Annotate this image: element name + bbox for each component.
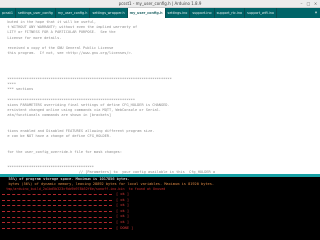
- upload-progress-row: [ DONE ]: [0, 226, 320, 232]
- progress-dashes: [2, 216, 112, 218]
- progress-dashes: [2, 227, 112, 229]
- code-editor[interactable]: buted in the hope that it will be useful…: [0, 18, 320, 174]
- tab-2[interactable]: my_user_config.h: [56, 8, 91, 18]
- tab-1[interactable]: settings_user_config: [16, 8, 56, 18]
- maximize-button[interactable]: □: [306, 1, 311, 6]
- progress-dashes: [2, 205, 112, 207]
- progress-dashes: [2, 211, 112, 213]
- tab-7[interactable]: support_rtc.ino: [215, 8, 246, 18]
- console-lines: 55%) of program storage space. Maximum i…: [0, 177, 320, 192]
- progress-dashes: [2, 199, 112, 201]
- sketch-tab-bar: pcsst1 settings_user_config my_user_config…: [0, 8, 320, 18]
- window-controls: – □ ×: [299, 1, 318, 6]
- upload-progress-rows: [ ok ][ ok ][ ok ][ ok ][ ok ][ ok ][ DO…: [0, 192, 320, 231]
- window-titlebar: pcsst1 - my_user_config.h | Arduino 1.8.…: [0, 0, 320, 8]
- minimize-button[interactable]: –: [299, 1, 304, 6]
- code-text[interactable]: buted in the hope that it will be useful…: [0, 18, 320, 174]
- tab-4[interactable]: my_user_config.h: [127, 8, 166, 18]
- progress-dashes: [2, 194, 112, 196]
- tab-5[interactable]: settings.ino: [166, 8, 191, 18]
- close-button[interactable]: ×: [313, 1, 318, 6]
- window-title: pcsst1 - my_user_config.h | Arduino 1.8.…: [118, 1, 202, 6]
- tab-6[interactable]: support.ino: [190, 8, 215, 18]
- tab-0[interactable]: pcsst1: [0, 8, 17, 18]
- output-console[interactable]: 55%) of program storage space. Maximum i…: [0, 177, 320, 240]
- tab-8[interactable]: support_wifi.ino: [245, 8, 277, 18]
- tab-3[interactable]: settings_wrapper.h: [90, 8, 128, 18]
- tab-menu-icon[interactable]: ▾: [312, 8, 320, 18]
- progress-dashes: [2, 222, 112, 224]
- progress-status-label: [ DONE ]: [116, 225, 134, 230]
